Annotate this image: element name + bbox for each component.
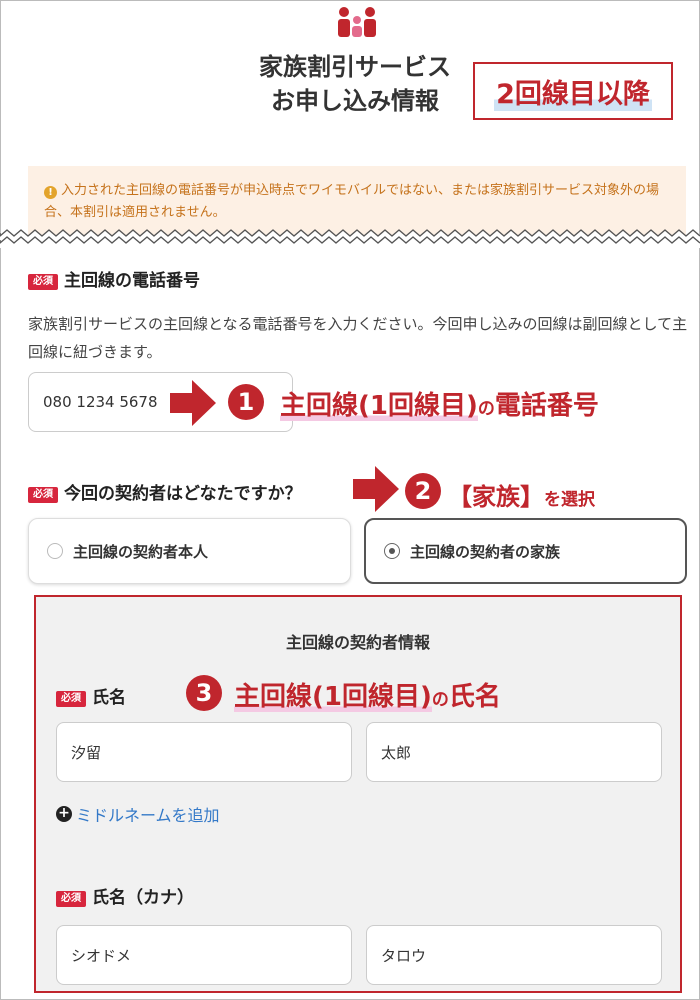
radio-option-self[interactable]: 主回線の契約者本人 <box>28 518 351 584</box>
annotation-step1: 主回線(1回線目)の電話番号 <box>280 385 599 422</box>
required-badge: 必須 <box>56 691 86 707</box>
step-number-3: 3 <box>186 675 222 711</box>
required-badge: 必須 <box>56 891 86 907</box>
annotation-step2-main: 【家族】 <box>448 483 544 511</box>
kana-name-label: 必須 氏名（カナ） <box>56 883 194 908</box>
annotation-step3-tail: 氏名 <box>448 682 501 712</box>
annotation-step1-particle: の <box>477 399 495 419</box>
phone-description: 家族割引サービスの主回線となる電話番号を入力ください。今回申し込みの回線は副回線… <box>28 315 688 361</box>
stamp-text: 2回線目以降 <box>494 71 652 111</box>
annotation-step1-tail: 電話番号 <box>494 391 599 421</box>
annotation-step3: 主回線(1回線目)の氏名 <box>234 676 501 713</box>
annotation-step3-main: 主回線(1回線目) <box>234 682 432 712</box>
holder-info-panel: 主回線の契約者情報 必須 氏名 汐留 太郎 + ミドルネームを追加 必須 氏名（カナ）… <box>34 595 682 993</box>
last-name-kana-input[interactable]: シオドメ <box>56 925 352 985</box>
last-name-input[interactable]: 汐留 <box>56 722 352 782</box>
plus-circle-icon: + <box>56 806 72 822</box>
torn-edge-divider <box>0 229 700 248</box>
page-title: 家族割引サービス お申し込み情報 <box>240 50 470 118</box>
name-label: 必須 氏名 <box>56 683 126 708</box>
radio-button-selected[interactable] <box>384 543 400 559</box>
arrow-right-icon <box>353 466 399 512</box>
step-number-2: 2 <box>405 473 441 509</box>
required-badge: 必須 <box>28 274 58 290</box>
page-title-line2: お申し込み情報 <box>271 87 439 115</box>
holder-info-title: 主回線の契約者情報 <box>285 633 430 652</box>
name-label-text: 氏名 <box>92 688 126 708</box>
info-icon: ! <box>44 186 57 199</box>
contractor-question-text: 今回の契約者はどなたですか？ <box>64 484 302 504</box>
phone-label-text: 主回線の電話番号 <box>64 271 200 291</box>
notice-text: 入力された主回線の電話番号が申込時点でワイモバイルではない、または家族割引サービ… <box>44 183 660 220</box>
contractor-question: 必須 今回の契約者はどなたですか？ <box>28 479 302 504</box>
family-icon <box>338 7 376 37</box>
first-name-kana-input[interactable]: タロウ <box>366 925 662 985</box>
radio-option-family[interactable]: 主回線の契約者の家族 <box>364 518 687 584</box>
radio-option-self-label: 主回線の契約者本人 <box>73 542 209 561</box>
annotation-step2-particle: を選択 <box>544 490 595 510</box>
required-badge: 必須 <box>28 487 58 503</box>
step-number-1: 1 <box>228 384 264 420</box>
arrow-right-icon <box>170 380 216 426</box>
page-title-line1: 家族割引サービス <box>259 53 451 81</box>
add-middle-name-text: ミドルネームを追加 <box>76 806 220 825</box>
first-name-input[interactable]: 太郎 <box>366 722 662 782</box>
second-line-stamp: 2回線目以降 <box>473 62 673 120</box>
phone-label: 必須 主回線の電話番号 <box>28 266 200 291</box>
annotation-step2: 【家族】を選択 <box>448 477 595 512</box>
kana-name-label-text: 氏名（カナ） <box>92 888 194 908</box>
annotation-step3-particle: の <box>431 690 449 710</box>
annotation-step1-main: 主回線(1回線目) <box>280 391 478 421</box>
add-middle-name-link[interactable]: + ミドルネームを追加 <box>56 802 220 826</box>
radio-button-unselected[interactable] <box>47 543 63 559</box>
radio-option-family-label: 主回線の契約者の家族 <box>410 542 561 561</box>
